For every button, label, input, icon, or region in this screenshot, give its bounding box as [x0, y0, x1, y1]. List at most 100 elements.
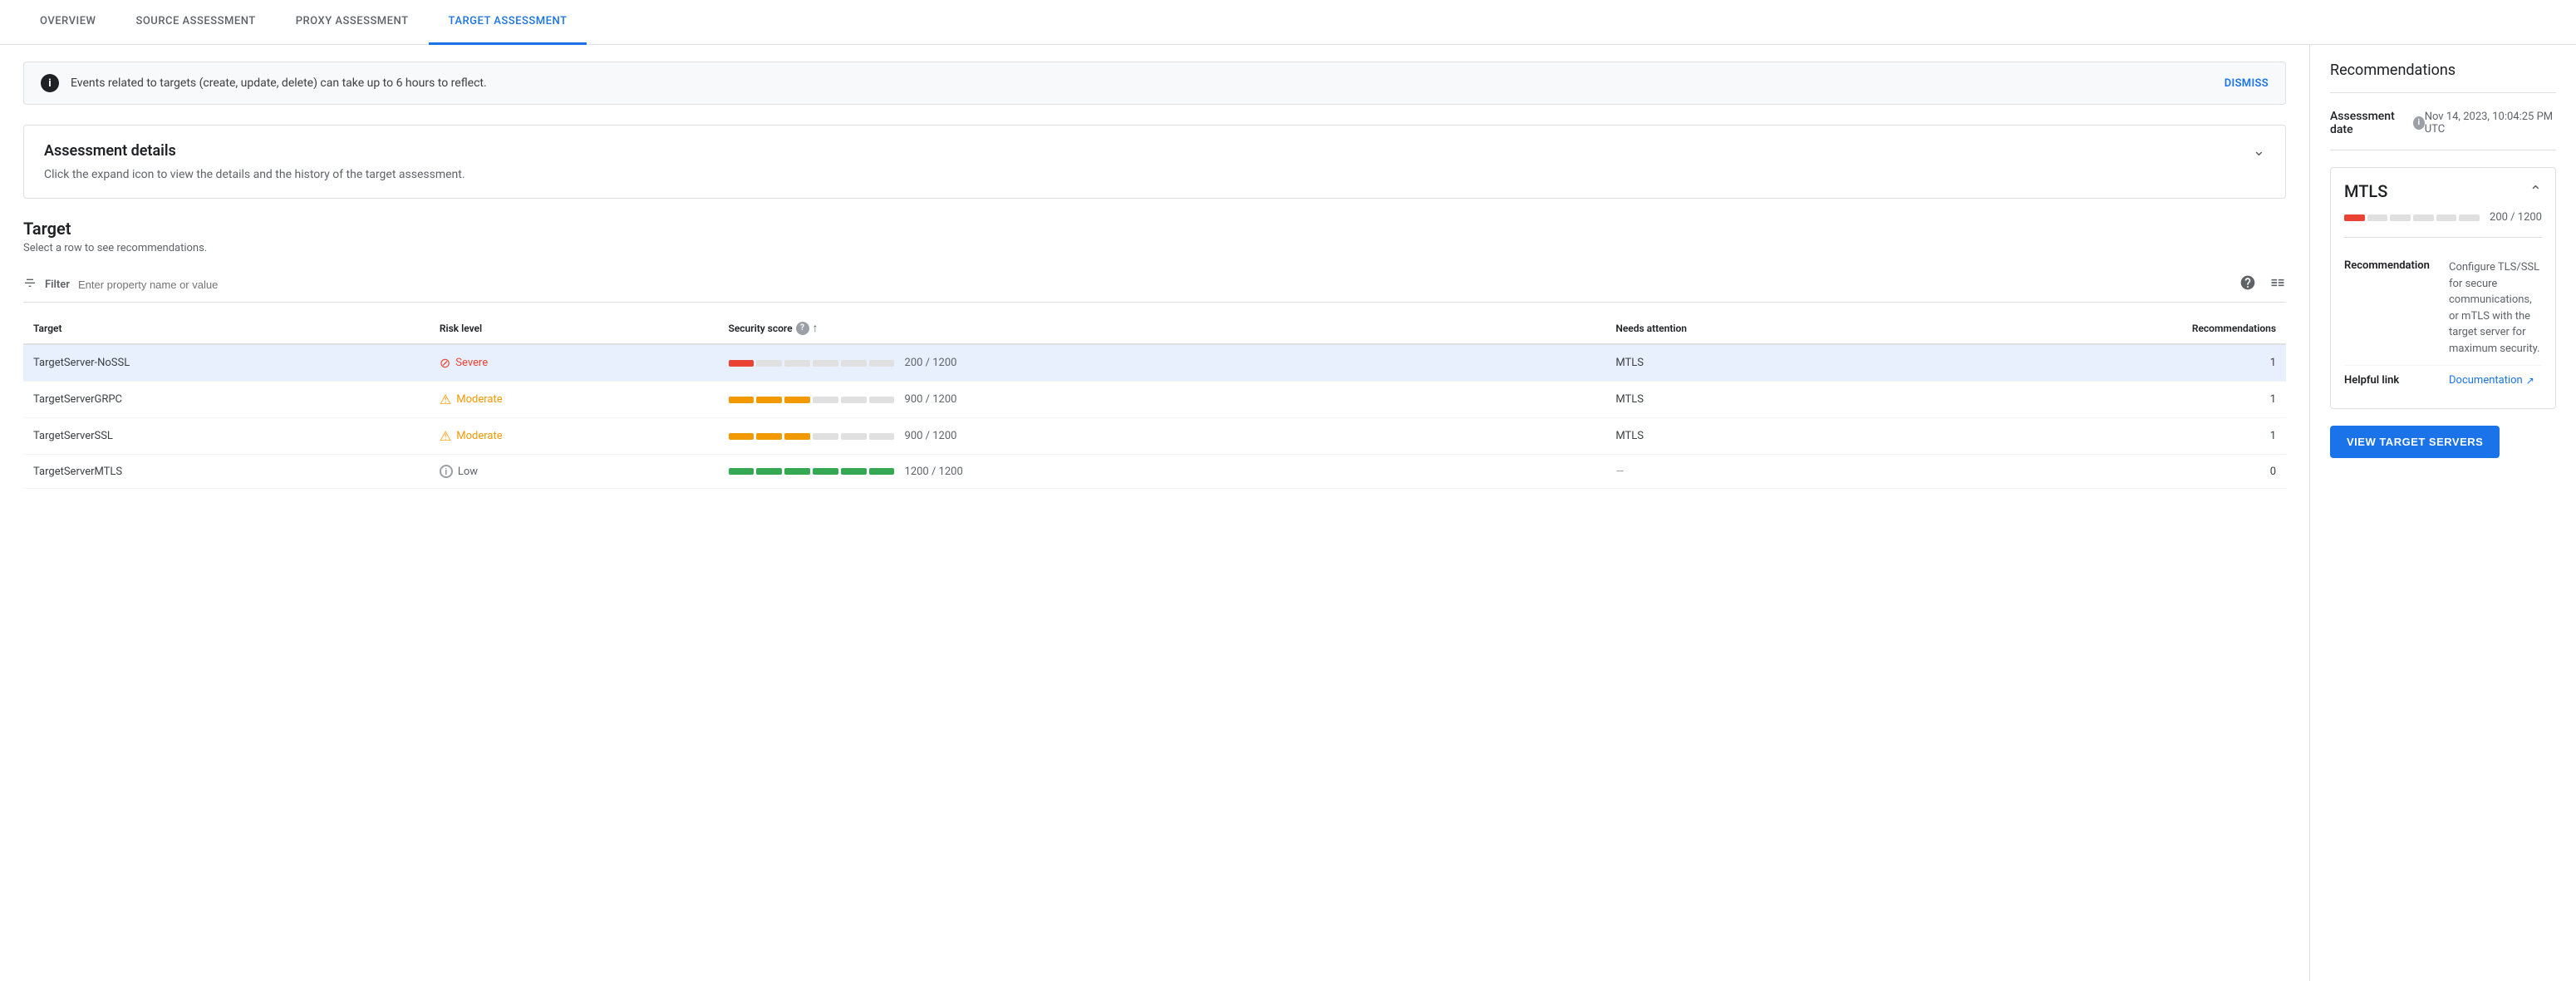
documentation-link[interactable]: Documentation ↗: [2449, 374, 2534, 387]
dismiss-button[interactable]: DISMISS: [2225, 77, 2269, 90]
filter-icon: [23, 277, 37, 293]
recommendation-value: Configure TLS/SSL for secure communicati…: [2449, 259, 2542, 357]
cell-score: 900 / 1200: [719, 382, 1606, 418]
col-security-score: Security score ? ↑: [719, 313, 1606, 344]
score-segment: [784, 433, 810, 440]
score-segment: [784, 397, 810, 403]
mtls-bar-segment: [2436, 214, 2457, 221]
external-link-icon: ↗: [2526, 375, 2534, 387]
assessment-date-help-icon[interactable]: i: [2413, 116, 2425, 130]
filter-row: Filter: [23, 268, 2286, 303]
help-icon-btn[interactable]: [2239, 274, 2256, 295]
score-segment: [756, 360, 782, 367]
mtls-chevron-up-icon[interactable]: ⌃: [2529, 183, 2542, 200]
info-icon: i: [41, 74, 59, 92]
sort-icon[interactable]: ↑: [813, 321, 819, 335]
col-risk-level: Risk level: [430, 313, 719, 344]
nav-tabs: OVERVIEW SOURCE ASSESSMENT PROXY ASSESSM…: [0, 0, 2576, 45]
assessment-date-label: Assessment date i: [2330, 110, 2425, 136]
score-segment: [813, 433, 838, 440]
cell-target: TargetServer-NoSSL: [23, 344, 430, 382]
mtls-score-text: 200 / 1200: [2490, 211, 2542, 224]
target-table: Target Risk level Security score ? ↑: [23, 313, 2286, 489]
score-segment: [756, 397, 782, 403]
score-segment: [841, 468, 867, 475]
helpful-link-row: Helpful link Documentation ↗: [2344, 366, 2542, 395]
cell-recommendations: 0: [1924, 455, 2286, 489]
score-segment: [756, 468, 782, 475]
mtls-bar-segment: [2413, 214, 2434, 221]
score-segment: [813, 468, 838, 475]
score-segment: [729, 360, 755, 367]
columns-icon-btn[interactable]: [2269, 274, 2286, 295]
chevron-down-icon[interactable]: ⌄: [2253, 142, 2265, 160]
mtls-card: MTLS ⌃ 200 / 1200 Recommendation Configu…: [2330, 167, 2556, 409]
mtls-progress-bar: [2344, 214, 2480, 221]
recommendation-row: Recommendation Configure TLS/SSL for sec…: [2344, 251, 2542, 366]
score-segment: [869, 468, 895, 475]
mtls-bar-segment: [2459, 214, 2480, 221]
assessment-details-header: Assessment details ⌄: [44, 142, 2265, 160]
score-segment: [729, 433, 755, 440]
cell-target: TargetServerMTLS: [23, 455, 430, 489]
target-section-title: Target: [23, 219, 2286, 239]
recommendation-label: Recommendation: [2344, 259, 2436, 357]
assessment-details-desc: Click the expand icon to view the detail…: [44, 168, 2265, 181]
cell-risk: ⊘ Severe: [430, 344, 719, 382]
score-segment: [729, 468, 755, 475]
mtls-bar-segment: [2390, 214, 2411, 221]
table-row[interactable]: TargetServerMTLS i Low 1200 / 1200 — 0: [23, 455, 2286, 489]
cell-risk: ⚠ Moderate: [430, 418, 719, 455]
col-target: Target: [23, 313, 430, 344]
sidebar-title: Recommendations: [2330, 62, 2556, 93]
cell-recommendations: 1: [1924, 344, 2286, 382]
mtls-score-row: 200 / 1200: [2344, 211, 2542, 238]
helpful-link-label: Helpful link: [2344, 374, 2436, 387]
cell-needs-attention: MTLS: [1605, 418, 1923, 455]
cell-score: 200 / 1200: [719, 344, 1606, 382]
table-header-row: Target Risk level Security score ? ↑: [23, 313, 2286, 344]
score-segment: [784, 468, 810, 475]
tab-proxy-assessment[interactable]: PROXY ASSESSMENT: [276, 0, 429, 45]
cell-score: 900 / 1200: [719, 418, 1606, 455]
target-section: Target Select a row to see recommendatio…: [23, 219, 2286, 489]
cell-score: 1200 / 1200: [719, 455, 1606, 489]
score-segment: [813, 360, 838, 367]
mtls-bar-segment: [2367, 214, 2388, 221]
view-target-servers-button[interactable]: VIEW TARGET SERVERS: [2330, 426, 2500, 458]
score-segment: [869, 433, 895, 440]
cell-needs-attention: MTLS: [1605, 344, 1923, 382]
tab-source-assessment[interactable]: SOURCE ASSESSMENT: [116, 0, 275, 45]
cell-recommendations: 1: [1924, 382, 2286, 418]
score-segment: [813, 397, 838, 403]
cell-target: TargetServerSSL: [23, 418, 430, 455]
main-layout: i Events related to targets (create, upd…: [0, 45, 2576, 981]
security-score-help-icon[interactable]: ?: [796, 322, 809, 335]
sidebar: Recommendations Assessment date i Nov 14…: [2310, 45, 2576, 981]
score-segment: [869, 397, 895, 403]
cell-needs-attention: MTLS: [1605, 382, 1923, 418]
table-row[interactable]: TargetServer-NoSSL ⊘ Severe 200 / 1200 M…: [23, 344, 2286, 382]
tab-target-assessment[interactable]: TARGET ASSESSMENT: [429, 0, 587, 45]
assessment-details-card: Assessment details ⌄ Click the expand ic…: [23, 125, 2286, 199]
score-segment: [841, 433, 867, 440]
mtls-bar-segment: [2344, 214, 2365, 221]
filter-input[interactable]: [78, 279, 2231, 291]
table-row[interactable]: TargetServerGRPC ⚠ Moderate 900 / 1200 M…: [23, 382, 2286, 418]
tab-overview[interactable]: OVERVIEW: [20, 0, 116, 45]
score-segment: [869, 360, 895, 367]
assessment-details-title: Assessment details: [44, 142, 176, 160]
filter-actions: [2239, 274, 2286, 295]
assessment-date-value: Nov 14, 2023, 10:04:25 PM UTC: [2425, 111, 2556, 136]
cell-recommendations: 1: [1924, 418, 2286, 455]
mtls-title: MTLS: [2344, 181, 2387, 201]
score-segment: [841, 397, 867, 403]
cell-risk: i Low: [430, 455, 719, 489]
table-row[interactable]: TargetServerSSL ⚠ Moderate 900 / 1200 MT…: [23, 418, 2286, 455]
col-needs-attention: Needs attention: [1605, 313, 1923, 344]
assessment-date-row: Assessment date i Nov 14, 2023, 10:04:25…: [2330, 110, 2556, 150]
info-banner: i Events related to targets (create, upd…: [23, 62, 2286, 105]
score-segment: [729, 397, 755, 403]
score-segment: [841, 360, 867, 367]
score-segment: [756, 433, 782, 440]
